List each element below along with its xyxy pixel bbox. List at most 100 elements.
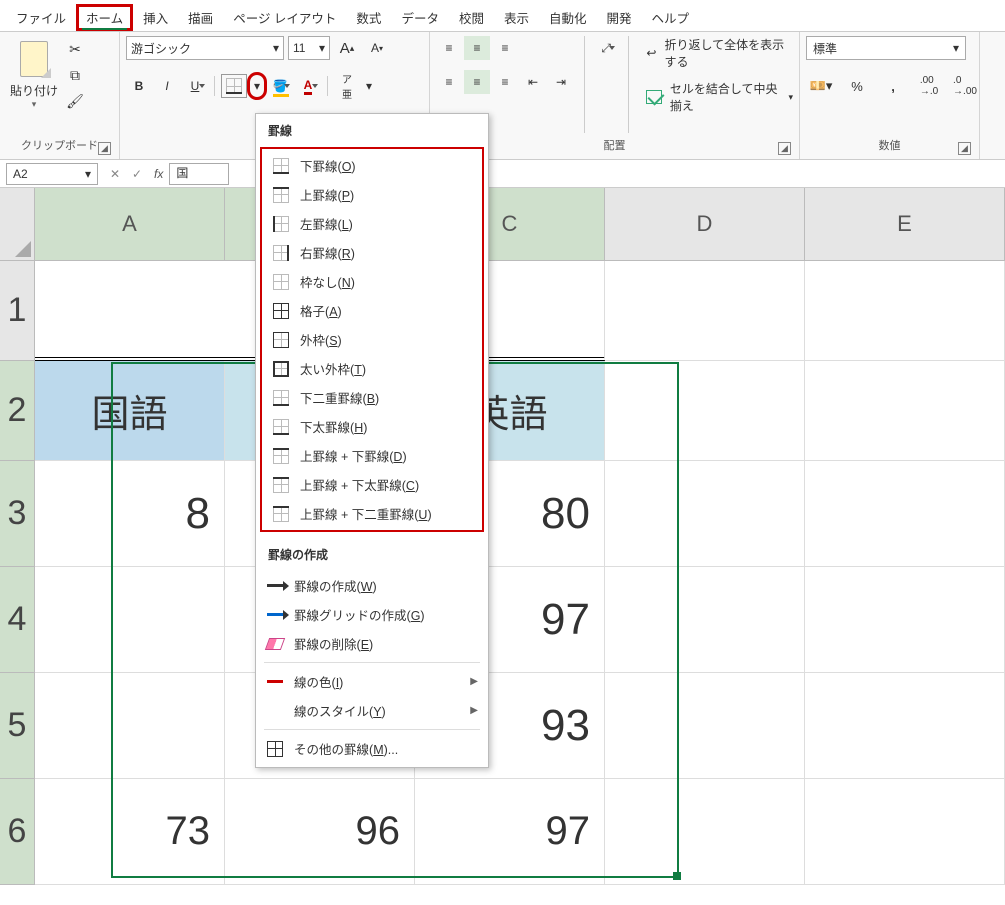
cell-D5[interactable]: [605, 673, 805, 779]
row-2[interactable]: 2: [0, 361, 35, 461]
font-name-select[interactable]: 游ゴシック▾: [126, 36, 284, 60]
border-right-item[interactable]: 右罫線(R): [262, 238, 482, 267]
cell-D3[interactable]: [605, 461, 805, 567]
draw-border-item[interactable]: 罫線の作成(W): [256, 571, 488, 600]
cell-E3[interactable]: [805, 461, 1005, 567]
row-6[interactable]: 6: [0, 779, 35, 885]
more-borders-item[interactable]: その他の罫線(M)...: [256, 734, 488, 763]
menu-developer[interactable]: 開発: [597, 4, 642, 31]
border-top-bottom-item[interactable]: 上罫線 + 下罫線(D): [262, 441, 482, 470]
font-color-button[interactable]: A: [295, 74, 321, 98]
border-top-item[interactable]: 上罫線(P): [262, 180, 482, 209]
align-left-icon[interactable]: ≡: [436, 70, 462, 94]
wrap-text-button[interactable]: ↩折り返して全体を表示する: [646, 36, 793, 70]
menu-data[interactable]: データ: [391, 4, 449, 31]
cancel-icon[interactable]: ✕: [104, 167, 126, 181]
align-top-icon[interactable]: ≡: [436, 36, 462, 60]
clipboard-dialog-launcher[interactable]: ◢: [98, 142, 111, 155]
menu-formulas[interactable]: 数式: [346, 4, 391, 31]
phonetic-arrow[interactable]: ▾: [362, 74, 376, 98]
font-size-select[interactable]: 11▾: [288, 36, 330, 60]
cell-D6[interactable]: [605, 779, 805, 885]
select-all-corner[interactable]: [0, 188, 35, 261]
phonetic-button[interactable]: ア亜: [334, 74, 360, 98]
menu-view[interactable]: 表示: [494, 4, 539, 31]
orientation-button[interactable]: ⤢: [595, 36, 618, 60]
border-left-item[interactable]: 左罫線(L): [262, 209, 482, 238]
col-D[interactable]: D: [605, 188, 805, 261]
col-A[interactable]: A: [35, 188, 225, 261]
erase-border-item[interactable]: 罫線の削除(E): [256, 629, 488, 658]
cell-E2[interactable]: [805, 361, 1005, 461]
draw-border-grid-item[interactable]: 罫線グリッドの作成(G): [256, 600, 488, 629]
underline-button[interactable]: U: [182, 74, 208, 98]
copy-icon[interactable]: ⧉: [66, 66, 84, 84]
border-all-item[interactable]: 格子(A): [262, 296, 482, 325]
paste-arrow-icon[interactable]: ▾: [32, 99, 37, 110]
decrease-font-icon[interactable]: A▾: [364, 36, 390, 60]
bold-button[interactable]: B: [126, 74, 152, 98]
menu-pagelayout[interactable]: ページ レイアウト: [223, 4, 346, 31]
menu-review[interactable]: 校閲: [449, 4, 494, 31]
menu-draw[interactable]: 描画: [178, 4, 223, 31]
indent-decrease-icon[interactable]: ⇤: [520, 70, 546, 94]
align-middle-icon[interactable]: ≡: [464, 36, 490, 60]
border-menu-arrow[interactable]: ▾: [249, 74, 265, 98]
currency-button[interactable]: 💴▾: [806, 74, 836, 98]
align-right-icon[interactable]: ≡: [492, 70, 518, 94]
menu-help[interactable]: ヘルプ: [642, 4, 700, 31]
cell-E5[interactable]: [805, 673, 1005, 779]
number-dialog-launcher[interactable]: ◢: [958, 142, 971, 155]
indent-increase-icon[interactable]: ⇥: [548, 70, 574, 94]
alignment-dialog-launcher[interactable]: ◢: [778, 142, 791, 155]
formula-input[interactable]: 国: [169, 163, 229, 185]
line-color-item[interactable]: 線の色(I)▶: [256, 667, 488, 696]
fill-color-button[interactable]: 🪣: [267, 74, 293, 98]
decrease-decimal-button[interactable]: .0→.00: [950, 74, 980, 98]
comma-button[interactable]: ,: [878, 74, 908, 98]
cell-B6[interactable]: 96: [225, 779, 415, 885]
border-thick-outside-item[interactable]: 太い外枠(T): [262, 354, 482, 383]
menu-automate[interactable]: 自動化: [539, 4, 597, 31]
line-style-item[interactable]: 線のスタイル(Y)▶: [256, 696, 488, 725]
cell-A2[interactable]: 国語: [35, 361, 225, 461]
fx-icon[interactable]: fx: [148, 167, 169, 181]
number-format-select[interactable]: 標準▾: [806, 36, 966, 60]
align-center-icon[interactable]: ≡: [464, 70, 490, 94]
cut-icon[interactable]: ✂: [66, 40, 84, 58]
cell-D2[interactable]: [605, 361, 805, 461]
enter-icon[interactable]: ✓: [126, 167, 148, 181]
cell-A4[interactable]: [35, 567, 225, 673]
col-E[interactable]: E: [805, 188, 1005, 261]
cell-C6[interactable]: 97: [415, 779, 605, 885]
name-box[interactable]: A2▾: [6, 163, 98, 185]
border-bottom-item[interactable]: 下罫線(O): [262, 151, 482, 180]
border-bottom-thick-item[interactable]: 下太罫線(H): [262, 412, 482, 441]
merge-center-button[interactable]: セルを結合して中央揃え▾: [646, 80, 793, 114]
increase-font-icon[interactable]: A▴: [334, 36, 360, 60]
border-bottom-double-item[interactable]: 下二重罫線(B): [262, 383, 482, 412]
cell-A6[interactable]: 73: [35, 779, 225, 885]
menu-file[interactable]: ファイル: [6, 4, 76, 31]
cell-D1[interactable]: [605, 261, 805, 361]
cell-E1[interactable]: [805, 261, 1005, 361]
border-top-thickbottom-item[interactable]: 上罫線 + 下太罫線(C): [262, 470, 482, 499]
border-none-item[interactable]: 枠なし(N): [262, 267, 482, 296]
cell-E6[interactable]: [805, 779, 1005, 885]
menu-home[interactable]: ホーム: [76, 4, 133, 31]
cell-A5[interactable]: [35, 673, 225, 779]
row-1[interactable]: 1: [0, 261, 35, 361]
format-painter-icon[interactable]: 🖌: [66, 92, 84, 110]
row-4[interactable]: 4: [0, 567, 35, 673]
cell-E4[interactable]: [805, 567, 1005, 673]
percent-button[interactable]: %: [842, 74, 872, 98]
border-outside-item[interactable]: 外枠(S): [262, 325, 482, 354]
row-5[interactable]: 5: [0, 673, 35, 779]
row-3[interactable]: 3: [0, 461, 35, 567]
align-bottom-icon[interactable]: ≡: [492, 36, 518, 60]
border-top-doublebottom-item[interactable]: 上罫線 + 下二重罫線(U): [262, 499, 482, 528]
cell-D4[interactable]: [605, 567, 805, 673]
menu-insert[interactable]: 挿入: [133, 4, 178, 31]
italic-button[interactable]: I: [154, 74, 180, 98]
cell-A3[interactable]: 8: [35, 461, 225, 567]
